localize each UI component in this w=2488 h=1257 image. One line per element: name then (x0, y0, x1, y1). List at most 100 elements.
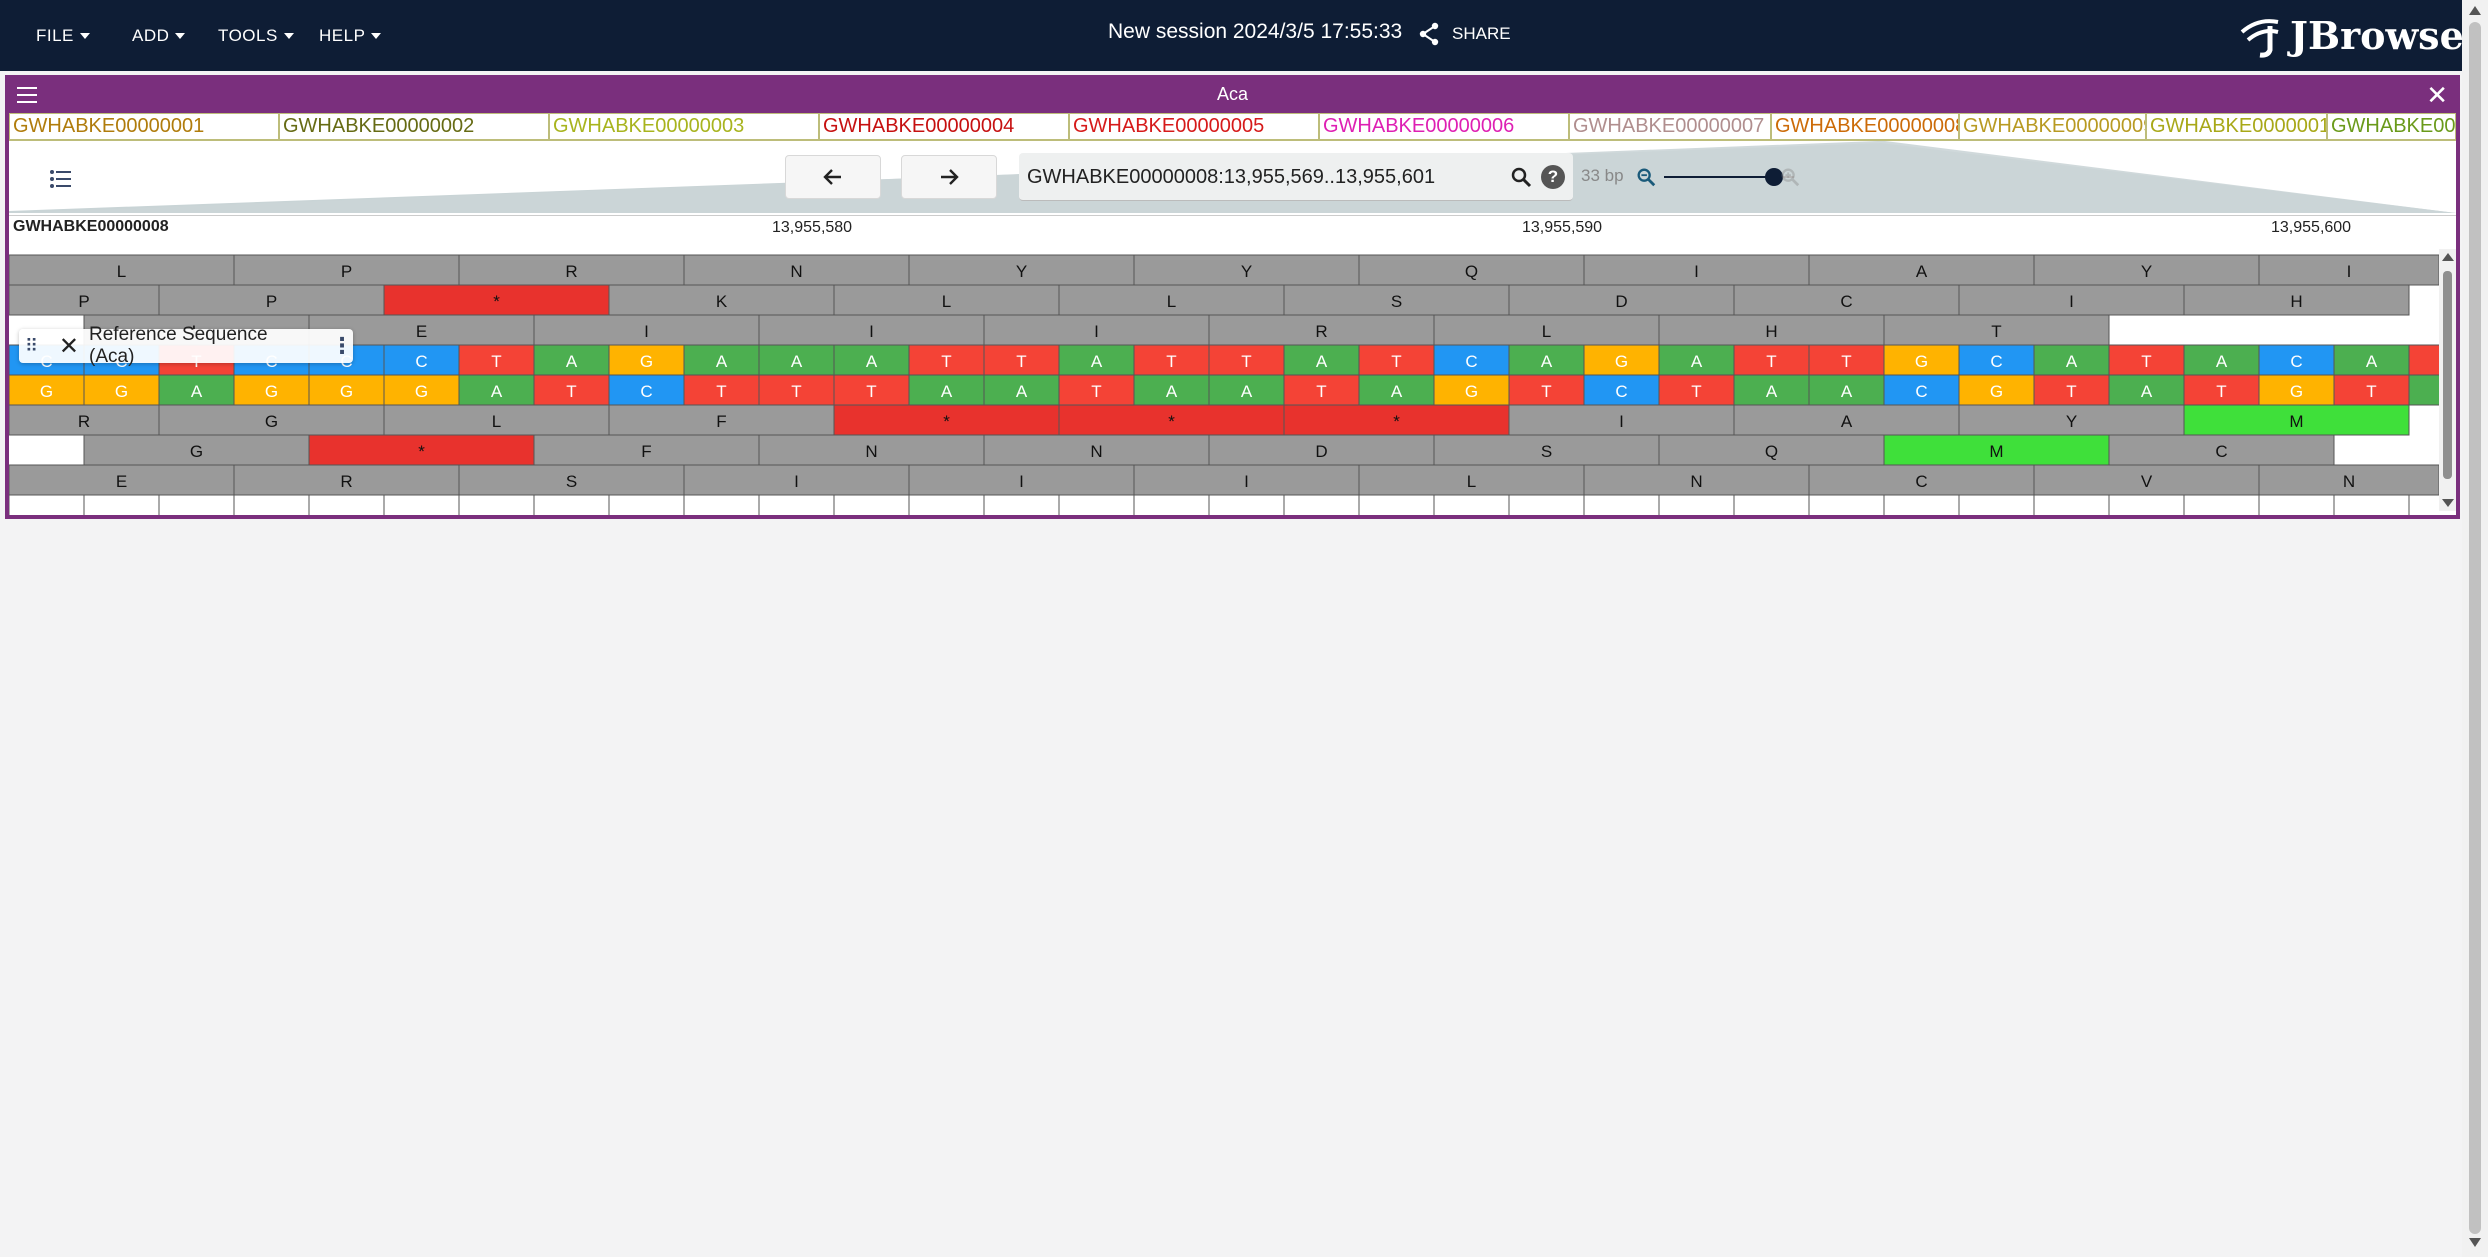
base-label: G (40, 382, 53, 401)
overview-scalebar[interactable]: GWHABKE00000001 GWHABKE00000002 GWHABKE000… (9, 113, 2456, 140)
overview-chromosome[interactable]: GWHABKE00000011 (2327, 113, 2456, 140)
base-label: T (1241, 352, 1251, 371)
track-label: ⠿ ✕ Reference Sequence (Aca) ⋮ (19, 324, 353, 367)
amino-acid-label: N (1690, 472, 1702, 491)
page-scrollbar[interactable] (2462, 0, 2488, 1257)
amino-acid-label: Y (1241, 262, 1252, 281)
amino-acid-label: I (1244, 472, 1249, 491)
amino-acid-label: M (2289, 412, 2303, 431)
base-cell (2408, 344, 2439, 376)
grid-cell (1358, 494, 1435, 515)
track-scrollbar-thumb[interactable] (2443, 271, 2452, 479)
session-title[interactable]: New session 2024/3/5 17:55:33 (1108, 20, 1402, 44)
ruler-tick-label: 13,955,600 (2271, 219, 2352, 236)
base-label: A (2216, 352, 2228, 371)
base-label: T (1766, 352, 1776, 371)
share-icon (1419, 22, 1439, 46)
scroll-right-button[interactable] (901, 155, 997, 199)
overview-chromosome[interactable]: GWHABKE00000006 (1319, 113, 1569, 140)
amino-acid-label: P (266, 292, 277, 311)
overview-chromosome[interactable]: GWHABKE00000004 (819, 113, 1069, 140)
file-menu[interactable]: FILE (36, 0, 90, 71)
share-button[interactable]: SHARE (1418, 22, 1511, 46)
base-label: T (491, 352, 501, 371)
grid-cell (1958, 494, 2035, 515)
tools-menu-label: TOOLS (218, 25, 278, 45)
grid-cell (1883, 494, 1960, 515)
zoom-in-icon (1781, 168, 1800, 187)
amino-acid-label: D (1315, 442, 1327, 461)
location-input[interactable] (1027, 163, 1497, 191)
base-label: T (941, 352, 951, 371)
base-label: C (1915, 382, 1927, 401)
zoom-slider[interactable] (1664, 165, 1794, 189)
amino-acid-label: N (790, 262, 802, 281)
overview-chromosome[interactable]: GWHABKE00000001 (9, 113, 279, 140)
overview-chromosome[interactable]: GWHABKE00000002 (279, 113, 549, 140)
overview-chromosome[interactable]: GWHABKE00000008 (1771, 113, 1959, 140)
overview-chromosome[interactable]: GWHABKE00000009 (1959, 113, 2146, 140)
page-scrollbar-thumb[interactable] (2469, 22, 2481, 1234)
base-label: C (1465, 352, 1477, 371)
amino-acid-label: Q (1765, 442, 1778, 461)
view-header: Aca ✕ (9, 79, 2456, 113)
track-selector-icon[interactable] (47, 165, 75, 193)
base-cell (2408, 374, 2439, 406)
track-scrollbar[interactable] (2439, 249, 2456, 511)
scroll-down-icon[interactable] (2442, 499, 2454, 507)
tools-menu[interactable]: TOOLS (218, 0, 294, 71)
add-menu[interactable]: ADD (132, 0, 186, 71)
linear-genome-view: Aca ✕ GWHABKE00000001 GWHABKE00000002 GWHA… (5, 75, 2460, 519)
base-label: A (1766, 382, 1778, 401)
amino-acid-label: P (341, 262, 352, 281)
base-label: A (1391, 382, 1403, 401)
sequence-track[interactable]: LPRNYYQIAYIPP*KLLSDCIHLEIIIRLHTCCTCCCTAG… (9, 245, 2439, 515)
amino-acid-label: C (1840, 292, 1852, 311)
help-icon[interactable]: ? (1541, 165, 1565, 189)
zoom-slider-track (1664, 176, 1774, 178)
track-menu-icon[interactable]: ⋮ (331, 333, 353, 359)
base-label: A (566, 352, 578, 371)
view-title: Aca (1216, 84, 1249, 104)
amino-acid-label: G (265, 412, 278, 431)
close-icon[interactable]: ✕ (2426, 82, 2448, 108)
search-icon[interactable] (1509, 165, 1533, 189)
amino-acid-label: K (716, 292, 728, 311)
overview-chromosome[interactable]: GWHABKE00000010 (2146, 113, 2327, 140)
grid-cell (9, 494, 85, 515)
grid-cell (458, 494, 535, 515)
grid-cell (1283, 494, 1360, 515)
base-label: T (716, 382, 726, 401)
overview-chromosome[interactable]: GWHABKE00000003 (549, 113, 819, 140)
amino-acid-label: L (942, 292, 951, 311)
amino-acid-label: I (1619, 412, 1624, 431)
zoom-out-icon[interactable] (1635, 166, 1657, 188)
drag-handle-icon[interactable]: ⠿ (25, 336, 45, 357)
base-label: G (265, 382, 278, 401)
help-menu[interactable]: HELP (319, 0, 382, 71)
base-label: T (1016, 352, 1026, 371)
amino-acid-label: Y (2141, 262, 2152, 281)
base-label: A (716, 352, 728, 371)
amino-acid-label: T (1991, 322, 2001, 341)
amino-acid-label: I (2347, 262, 2352, 281)
overview-chromosome[interactable]: GWHABKE00000007 (1569, 113, 1771, 140)
scroll-left-button[interactable] (785, 155, 881, 199)
scroll-up-icon[interactable] (2442, 253, 2454, 261)
base-label: T (566, 382, 576, 401)
grid-cell (1058, 494, 1135, 515)
amino-acid-label: R (1315, 322, 1327, 341)
base-label: T (1091, 382, 1101, 401)
amino-acid-label: S (566, 472, 577, 491)
amino-acid-label: R (565, 262, 577, 281)
scroll-up-icon[interactable] (2469, 6, 2481, 15)
amino-acid-label: G (190, 442, 203, 461)
scroll-down-icon[interactable] (2469, 1238, 2481, 1247)
overview-chromosome[interactable]: GWHABKE00000005 (1069, 113, 1319, 140)
base-label: A (1541, 352, 1553, 371)
grid-cell (1733, 494, 1810, 515)
jbrowse-logo: JBrowse (2236, 12, 2464, 58)
grid-cell (758, 494, 835, 515)
close-track-icon[interactable]: ✕ (59, 332, 79, 361)
base-label: T (1841, 352, 1851, 371)
